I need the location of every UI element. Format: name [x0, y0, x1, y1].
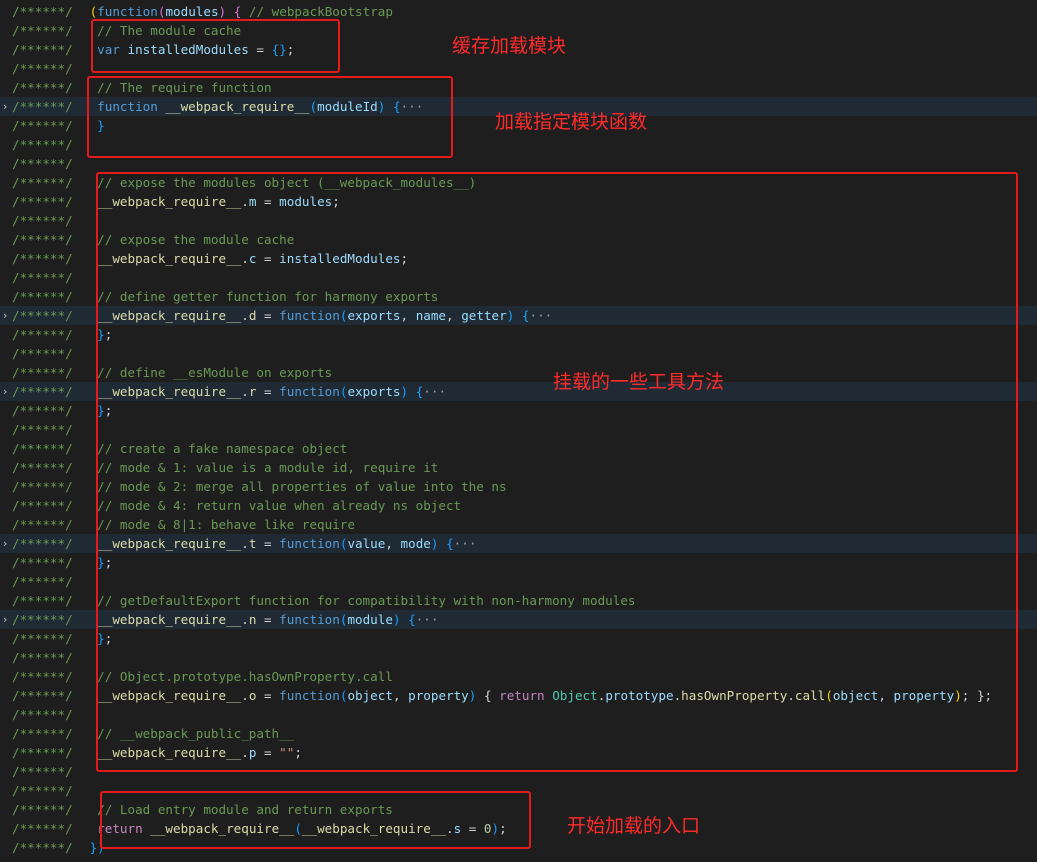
line-gutter-marker: /******/ [12, 175, 73, 190]
line-gutter-marker: /******/ [12, 213, 73, 228]
line-gutter-marker: /******/ [12, 840, 73, 855]
line-gutter-marker: /******/ [12, 23, 73, 38]
line-gutter-marker: /******/ [12, 555, 73, 570]
code-token: ) [218, 4, 227, 19]
annotation-box-module-cache [91, 19, 340, 73]
line-gutter-marker: /******/ [12, 137, 73, 152]
line-gutter-marker: /******/ [12, 517, 73, 532]
line-gutter-marker: /******/ [12, 118, 73, 133]
line-gutter-marker: /******/ [12, 802, 73, 817]
annotation-label-entry: 开始加载的入口 [567, 815, 701, 837]
line-gutter-marker: /******/ [12, 441, 73, 456]
line-gutter-marker: /******/ [12, 707, 73, 722]
line-gutter-marker: /******/ [12, 308, 73, 323]
annotation-label-require-function: 加载指定模块函数 [495, 111, 648, 133]
line-gutter-marker: /******/ [12, 384, 73, 399]
line-gutter-marker: /******/ [12, 99, 73, 114]
line-gutter-marker: /******/ [12, 631, 73, 646]
line-gutter-marker: /******/ [12, 574, 73, 589]
line-gutter-marker: /******/ [12, 821, 73, 836]
line-gutter-marker: /******/ [12, 764, 73, 779]
line-gutter-marker: /******/ [12, 536, 73, 551]
code-token: // webpackBootstrap [248, 4, 393, 19]
chevron-right-icon[interactable]: › [0, 97, 10, 116]
code-token: modules [165, 4, 219, 19]
line-gutter-marker: /******/ [12, 289, 73, 304]
line-gutter-marker: /******/ [12, 612, 73, 627]
chevron-right-icon[interactable]: › [0, 306, 10, 325]
line-gutter-marker: /******/ [12, 479, 73, 494]
annotation-box-entry [100, 791, 531, 849]
chevron-right-icon[interactable]: › [0, 534, 10, 553]
chevron-right-icon[interactable]: › [0, 382, 10, 401]
line-gutter-marker: /******/ [12, 194, 73, 209]
line-gutter-marker: /******/ [12, 498, 73, 513]
line-gutter-marker: /******/ [12, 327, 73, 342]
line-gutter-marker: /******/ [12, 61, 73, 76]
annotation-label-module-cache: 缓存加载模块 [452, 35, 567, 57]
line-gutter-marker: /******/ [12, 593, 73, 608]
line-gutter-marker: /******/ [12, 460, 73, 475]
line-gutter-marker: /******/ [12, 403, 73, 418]
line-gutter-marker: /******/ [12, 365, 73, 380]
annotation-box-utility-methods [96, 172, 1018, 772]
annotation-box-require-function [87, 76, 453, 158]
line-gutter-marker: /******/ [12, 232, 73, 247]
line-gutter-marker: /******/ [12, 422, 73, 437]
code-token: function [97, 4, 158, 19]
line-gutter-marker: /******/ [12, 688, 73, 703]
line-gutter-marker: /******/ [12, 4, 73, 19]
line-gutter-marker: /******/ [12, 80, 73, 95]
line-gutter-marker: /******/ [12, 650, 73, 665]
line-gutter-marker: /******/ [12, 726, 73, 741]
line-gutter-marker: /******/ [12, 346, 73, 361]
line-gutter-marker: /******/ [12, 42, 73, 57]
line-gutter-marker: /******/ [12, 783, 73, 798]
line-gutter-marker: /******/ [12, 669, 73, 684]
chevron-right-icon[interactable]: › [0, 610, 10, 629]
line-gutter-marker: /******/ [12, 156, 73, 171]
line-gutter-marker: /******/ [12, 270, 73, 285]
line-gutter-marker: /******/ [12, 745, 73, 760]
line-gutter-marker: /******/ [12, 251, 73, 266]
annotation-label-utility-methods: 挂载的一些工具方法 [553, 371, 725, 393]
